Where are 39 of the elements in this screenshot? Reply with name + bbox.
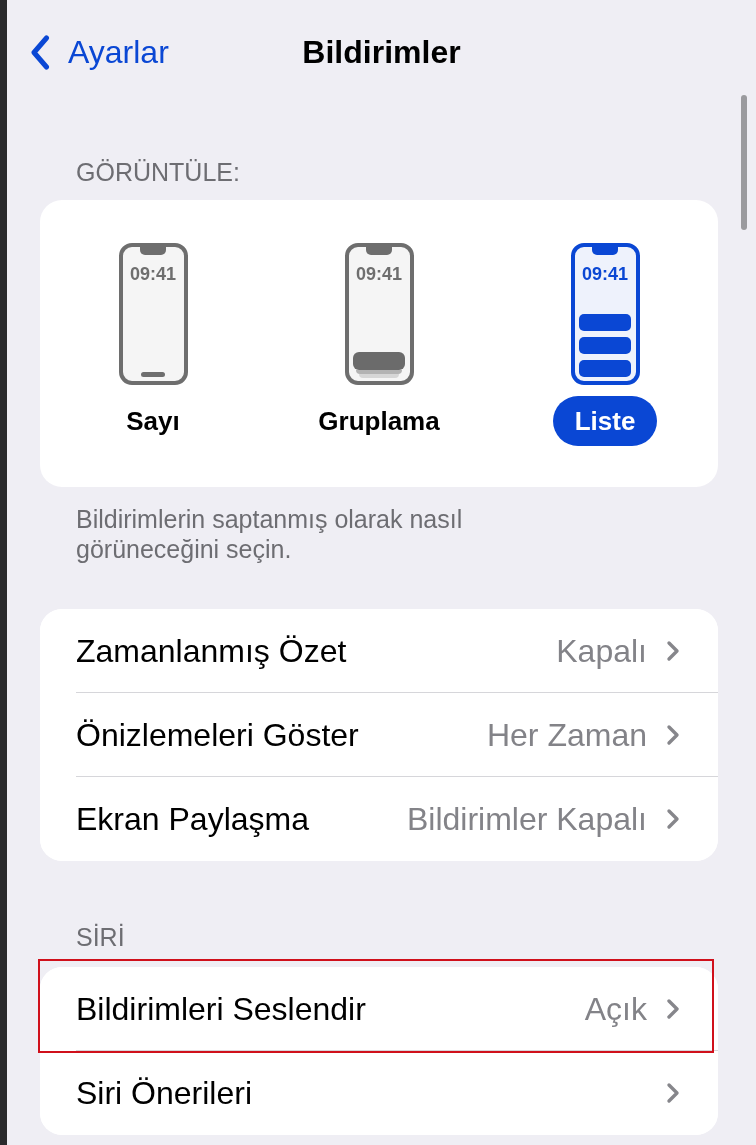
chevron-right-icon [666, 723, 680, 746]
clock-time: 09:41 [129, 264, 176, 284]
setting-label: Ekran Paylaşma [76, 800, 309, 838]
setting-label: Zamanlanmış Özet [76, 631, 347, 670]
option-label[interactable]: Liste [552, 396, 658, 446]
notification-banner [579, 360, 631, 377]
chevron-right-icon [666, 1082, 680, 1104]
settings-row[interactable]: Zamanlanmış Özet Kapalı [40, 609, 718, 693]
setting-value: Açık [584, 989, 647, 1028]
option-label[interactable]: Gruplama [296, 396, 462, 446]
phone-notch [366, 247, 392, 255]
section-header: SİRİ [76, 922, 125, 952]
phone-preview[interactable]: 09:41 [344, 243, 414, 385]
phone-preview[interactable]: 09:41 [570, 243, 640, 385]
section-header: GÖRÜNTÜLE: [76, 157, 240, 187]
section-footer: Bildirimlerin saptanmış olarak nasıl görüneceğini seçin. [76, 504, 586, 564]
home-indicator [141, 372, 165, 377]
back-chevron-icon [30, 34, 50, 70]
chevron-right-icon [666, 808, 680, 830]
notification-banner [579, 337, 631, 354]
chevron-right-icon [666, 997, 680, 1020]
setting-label: Siri Önerileri [76, 1074, 253, 1112]
settings-row[interactable]: Bildirimleri Seslendir Açık [40, 967, 718, 1051]
phone-notch [140, 247, 166, 255]
setting-label: Önizlemeleri Göster [76, 715, 359, 754]
setting-value: Kapalı [556, 631, 647, 670]
chevron-right-icon [666, 639, 680, 662]
setting-label: Bildirimleri Seslendir [76, 989, 366, 1028]
back-button[interactable]: Ayarlar [30, 33, 169, 71]
option-label[interactable]: Sayı [104, 396, 202, 446]
phone-notch [592, 247, 618, 255]
page-title: Bildirimler [302, 33, 461, 71]
phone-preview[interactable]: 09:41 [118, 243, 188, 385]
notification-stack-icon [353, 352, 405, 378]
setting-value: Bildirimler Kapalı [406, 800, 647, 838]
clock-time: 09:41 [355, 264, 402, 284]
notification-banner [579, 314, 631, 331]
setting-value: Her Zaman [486, 715, 647, 754]
clock-time: 09:41 [581, 264, 628, 284]
